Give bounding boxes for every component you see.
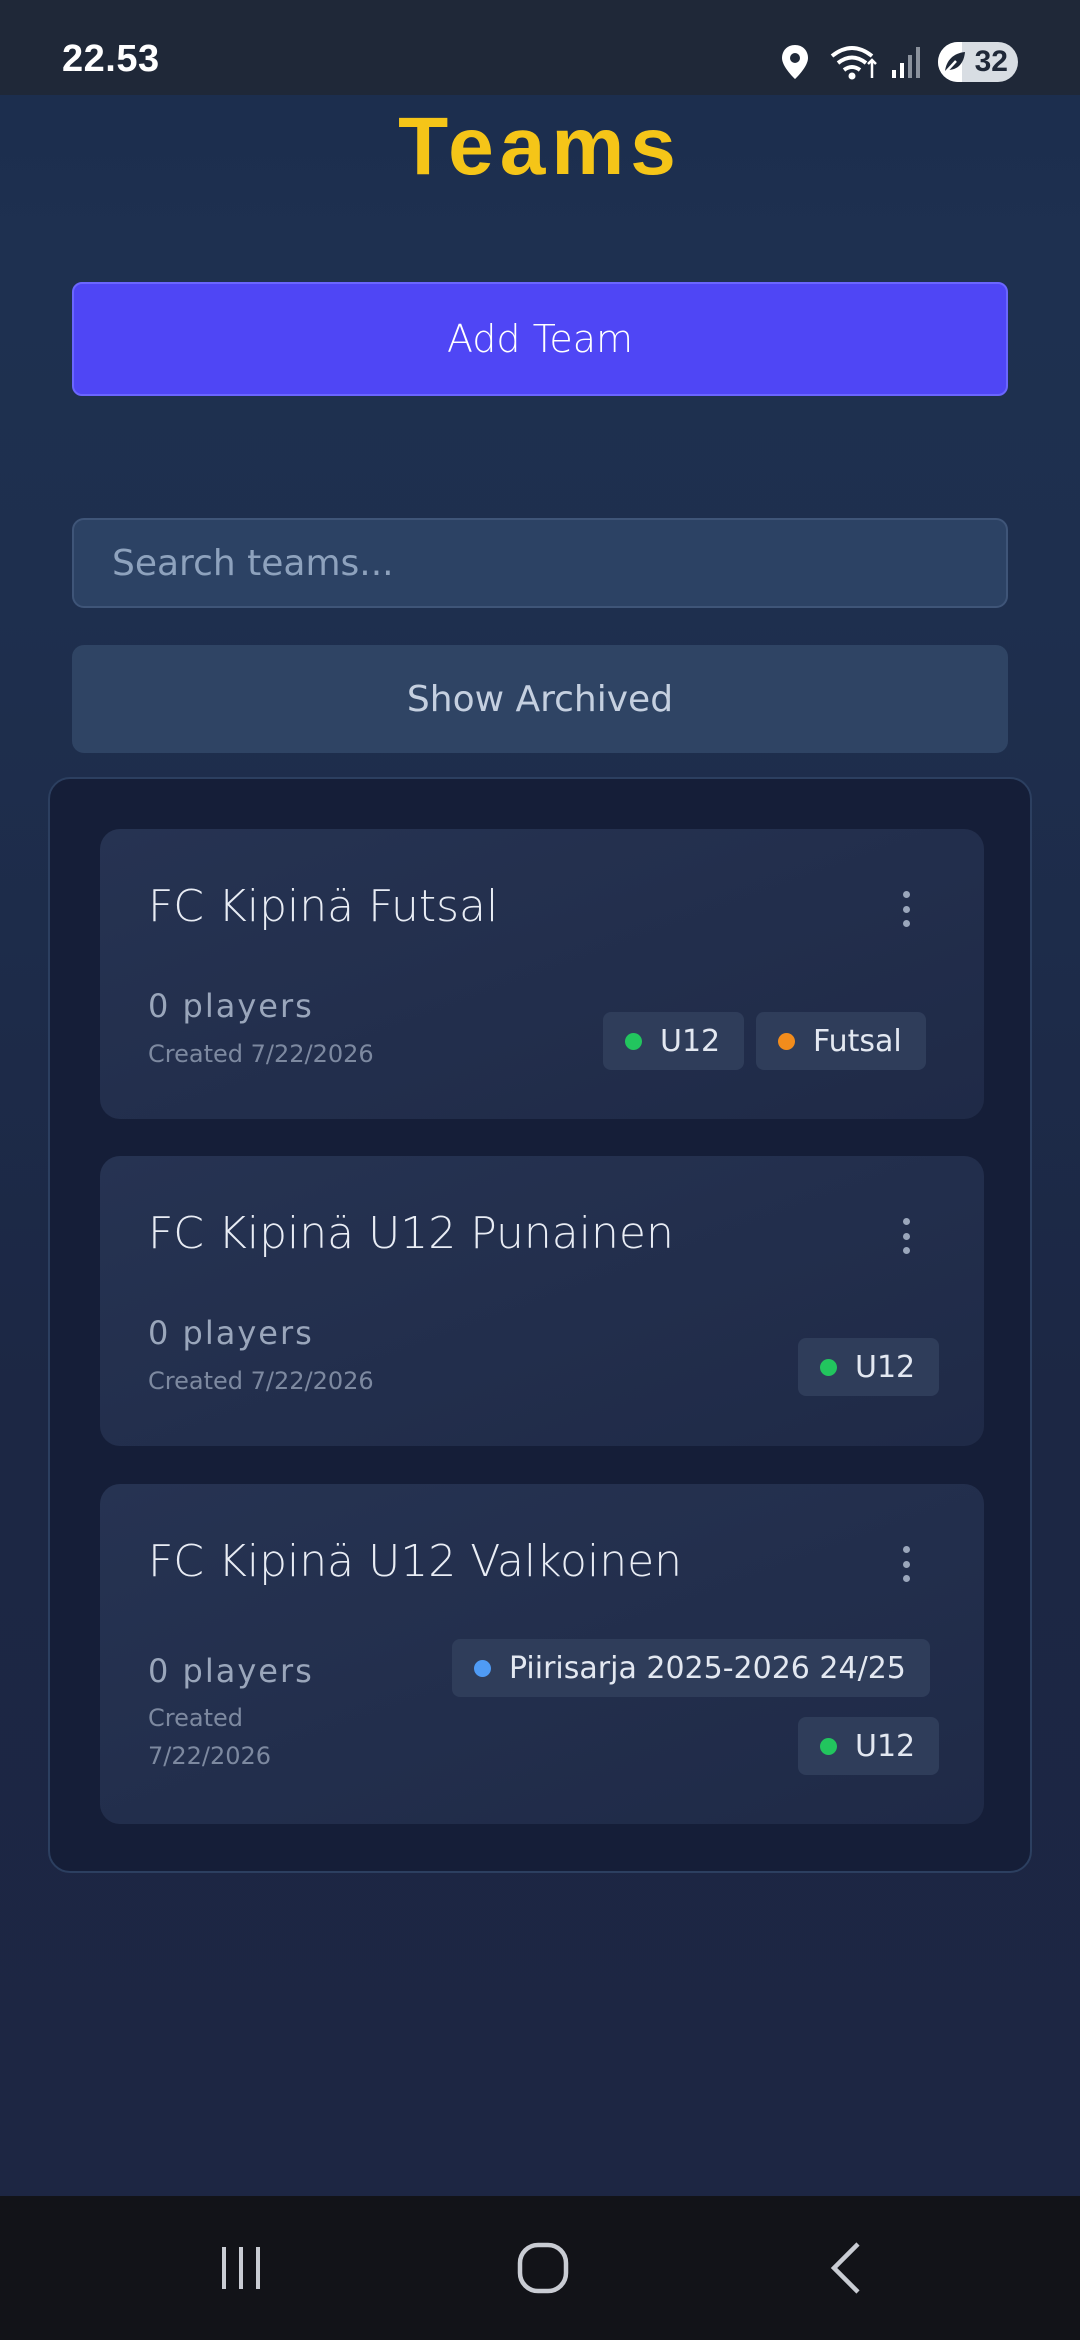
team-name: FC Kipinä U12 Valkoinen	[148, 1536, 683, 1587]
tag-dot	[474, 1659, 491, 1677]
player-count: 0 players	[148, 987, 314, 1025]
team-list: FC Kipinä Futsal 0 players Created 7/22/…	[48, 777, 1032, 1873]
more-options-icon[interactable]	[900, 891, 912, 927]
show-archived-button[interactable]: Show Archived	[72, 645, 1008, 753]
team-card[interactable]: FC Kipinä U12 Valkoinen 0 players Create…	[100, 1484, 984, 1824]
player-count: 0 players	[148, 1652, 314, 1690]
player-count: 0 players	[148, 1314, 314, 1352]
location-icon	[782, 45, 808, 79]
signal-icon	[892, 47, 920, 78]
tag-label: Piirisarja 2025-2026 24/25	[509, 1650, 906, 1686]
tag-dot	[625, 1032, 642, 1050]
status-bar: 22.53 32	[0, 0, 1080, 95]
more-options-icon[interactable]	[900, 1546, 912, 1582]
back-icon[interactable]	[806, 2236, 886, 2300]
team-tag: Piirisarja 2025-2026 24/25	[452, 1639, 930, 1697]
battery-level: 32	[974, 45, 1008, 78]
team-name: FC Kipinä U12 Punainen	[148, 1208, 674, 1259]
tag-dot	[820, 1737, 837, 1755]
team-card[interactable]: FC Kipinä U12 Punainen 0 players Created…	[100, 1156, 984, 1446]
app-screen: 22.53 32 Teams Add Team Search teams... …	[0, 0, 1080, 2340]
status-time: 22.53	[62, 38, 160, 80]
created-date: Created 7/22/2026	[148, 1367, 374, 1395]
tag-dot	[778, 1032, 795, 1050]
page-title: Teams	[398, 101, 682, 192]
recent-apps-icon[interactable]	[201, 2236, 281, 2300]
tag-label: U12	[855, 1728, 916, 1764]
tag-dot	[820, 1358, 837, 1376]
more-options-icon[interactable]	[900, 1218, 912, 1254]
team-tag: U12	[603, 1012, 745, 1070]
created-date: Created 7/22/2026	[148, 1040, 374, 1068]
team-tag: Futsal	[756, 1012, 926, 1070]
tag-label: Futsal	[813, 1023, 902, 1059]
status-icons: 32	[780, 40, 1018, 84]
home-icon[interactable]	[503, 2236, 583, 2300]
team-tag: U12	[798, 1338, 940, 1396]
wifi-icon	[830, 46, 877, 80]
team-tag: U12	[798, 1717, 940, 1775]
search-input[interactable]	[72, 518, 1008, 608]
tag-label: U12	[660, 1023, 721, 1059]
battery-icon: 32	[938, 42, 1018, 82]
add-team-button[interactable]: Add Team	[72, 282, 1008, 396]
created-date: 7/22/2026	[148, 1742, 272, 1770]
created-label: Created	[148, 1704, 243, 1732]
navigation-bar	[0, 2196, 1080, 2340]
team-card[interactable]: FC Kipinä Futsal 0 players Created 7/22/…	[100, 829, 984, 1119]
team-name: FC Kipinä Futsal	[148, 881, 499, 932]
tag-label: U12	[855, 1349, 916, 1385]
